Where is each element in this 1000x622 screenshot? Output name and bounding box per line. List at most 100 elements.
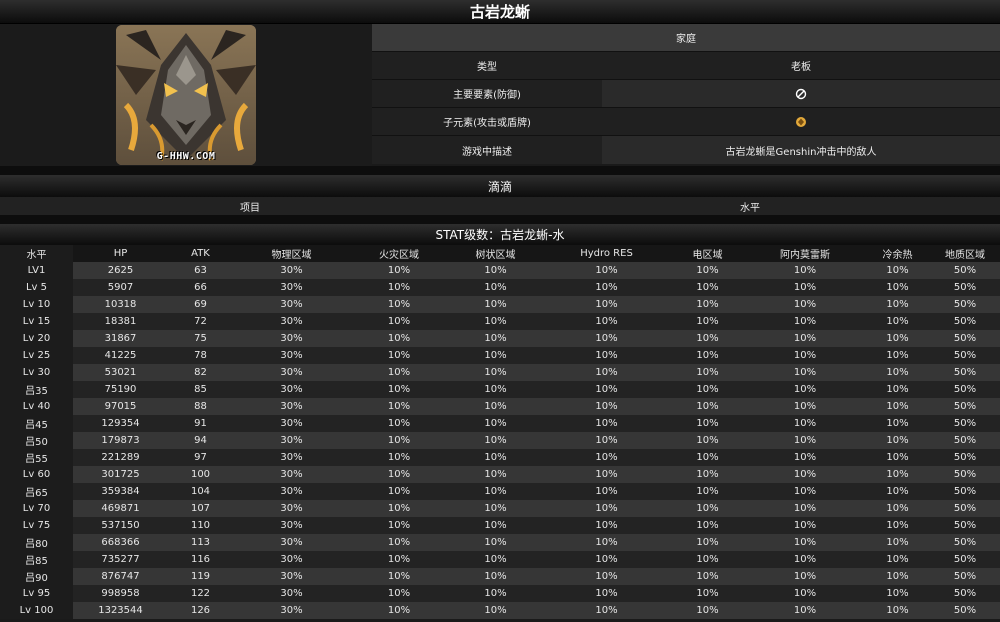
level-cell: Lv 10 xyxy=(0,296,73,313)
stat-cell: 10% xyxy=(350,381,448,398)
stat-cell: 10% xyxy=(448,398,543,415)
stat-cell: 10% xyxy=(865,483,930,500)
stat-cell: 10% xyxy=(670,568,745,585)
level-cell: 吕65 xyxy=(0,483,73,500)
col-header: 树状区域 xyxy=(448,245,543,262)
level-cell: Lv 75 xyxy=(0,517,73,534)
stat-cell: 10% xyxy=(865,330,930,347)
stat-cell: 10% xyxy=(350,296,448,313)
stat-cell: 10% xyxy=(865,432,930,449)
info-row-family: 家庭 xyxy=(372,24,1000,52)
stat-cell: 50% xyxy=(930,330,1000,347)
col-header: 物理区域 xyxy=(233,245,350,262)
stat-cell: 10% xyxy=(670,534,745,551)
stat-cell: 10% xyxy=(543,398,670,415)
stat-cell: 10% xyxy=(865,313,930,330)
type-value: 老板 xyxy=(602,52,1000,79)
stat-cell: 10% xyxy=(448,534,543,551)
stat-cell: 10% xyxy=(350,398,448,415)
stat-cell: 10% xyxy=(670,585,745,602)
stat-cell: 88 xyxy=(168,398,233,415)
stat-cell: 10% xyxy=(745,364,865,381)
stat-cell: 10% xyxy=(350,330,448,347)
stat-cell: 10% xyxy=(865,381,930,398)
stat-cell: 129354 xyxy=(73,415,168,432)
stat-cell: 75 xyxy=(168,330,233,347)
stat-cell: 735277 xyxy=(73,551,168,568)
stat-cell: 469871 xyxy=(73,500,168,517)
stat-cell: 10% xyxy=(670,602,745,619)
stat-cell: 10% xyxy=(448,279,543,296)
level-cell: 吕35 xyxy=(0,381,73,398)
stat-cell: 30% xyxy=(233,568,350,585)
stats-table: 水平 HP ATK 物理区域 火灾区域 树状区域 Hydro RES 电区域 阿… xyxy=(0,245,1000,619)
stat-cell: 10% xyxy=(865,602,930,619)
stat-cell: 10% xyxy=(670,551,745,568)
stat-cell: 75190 xyxy=(73,381,168,398)
stat-cell: 10% xyxy=(745,466,865,483)
stat-cell: 107 xyxy=(168,500,233,517)
stat-cell: 30% xyxy=(233,466,350,483)
stat-cell: 10% xyxy=(865,415,930,432)
description-label: 游戏中描述 xyxy=(372,136,602,164)
page-title: 古岩龙蜥 xyxy=(0,0,1000,24)
stat-cell: 82 xyxy=(168,364,233,381)
stat-cell: 50% xyxy=(930,279,1000,296)
stat-cell: 119 xyxy=(168,568,233,585)
sub-element-label: 子元素(攻击或盾牌) xyxy=(372,108,602,135)
level-cell: Lv 30 xyxy=(0,364,73,381)
stat-cell: 10% xyxy=(350,568,448,585)
table-row: Lv 20 31867 75 30% 10% 10% 10% 10% 10% 10% 50% xyxy=(0,330,1000,347)
stat-cell: 10% xyxy=(543,313,670,330)
stat-cell: 10% xyxy=(745,279,865,296)
stat-cell: 30% xyxy=(233,415,350,432)
stat-cell: 50% xyxy=(930,398,1000,415)
stat-cell: 10% xyxy=(745,313,865,330)
table-row: Lv 5 5907 66 30% 10% 10% 10% 10% 10% 10% 50% xyxy=(0,279,1000,296)
stat-cell: 10% xyxy=(543,602,670,619)
stat-cell: 10% xyxy=(670,313,745,330)
stat-cell: 10% xyxy=(448,602,543,619)
stat-cell: 10% xyxy=(350,466,448,483)
stat-cell: 10% xyxy=(670,398,745,415)
stat-cell: 10% xyxy=(448,432,543,449)
drops-header: 项目 水平 xyxy=(0,197,1000,215)
stat-cell: 10% xyxy=(448,551,543,568)
stat-cell: 94 xyxy=(168,432,233,449)
stat-cell: 10% xyxy=(448,313,543,330)
level-cell: 吕80 xyxy=(0,534,73,551)
stat-cell: 10% xyxy=(543,262,670,279)
table-row: Lv 100 1323544 126 30% 10% 10% 10% 10% 10% 10% 50% xyxy=(0,602,1000,619)
stat-cell: 10% xyxy=(543,534,670,551)
stat-cell: 10% xyxy=(543,279,670,296)
info-section: G-HHW.COM 家庭 类型 老板 主要要素(防御) 子元素(攻击或盾牌) 游… xyxy=(0,24,1000,166)
stat-cell: 30% xyxy=(233,381,350,398)
stat-cell: 110 xyxy=(168,517,233,534)
stat-cell: 10% xyxy=(670,330,745,347)
stat-cell: 30% xyxy=(233,585,350,602)
stat-cell: 10% xyxy=(350,347,448,364)
info-table: 家庭 类型 老板 主要要素(防御) 子元素(攻击或盾牌) 游戏中描述 古岩龙蜥是… xyxy=(372,24,1000,166)
stat-cell: 50% xyxy=(930,517,1000,534)
stat-cell: 30% xyxy=(233,517,350,534)
table-row: Lv 10 10318 69 30% 10% 10% 10% 10% 10% 10% 50% xyxy=(0,296,1000,313)
stat-cell: 50% xyxy=(930,262,1000,279)
info-row-description: 游戏中描述 古岩龙蜥是Genshin冲击中的敌人 xyxy=(372,136,1000,164)
stat-cell: 18381 xyxy=(73,313,168,330)
level-cell: Lv 95 xyxy=(0,585,73,602)
table-row: Lv 60 301725 100 30% 10% 10% 10% 10% 10% 10% 50% xyxy=(0,466,1000,483)
stats-header-row: 水平 HP ATK 物理区域 火灾区域 树状区域 Hydro RES 电区域 阿… xyxy=(0,245,1000,262)
stat-cell: 10% xyxy=(745,296,865,313)
stat-cell: 50% xyxy=(930,415,1000,432)
stat-cell: 10% xyxy=(670,262,745,279)
stat-cell: 85 xyxy=(168,381,233,398)
stat-cell: 31867 xyxy=(73,330,168,347)
stat-cell: 10% xyxy=(543,381,670,398)
stat-cell: 1323544 xyxy=(73,602,168,619)
table-row: 吕80 668366 113 30% 10% 10% 10% 10% 10% 10% 50% xyxy=(0,534,1000,551)
stat-cell: 10% xyxy=(865,279,930,296)
stat-cell: 10% xyxy=(350,551,448,568)
stat-cell: 50% xyxy=(930,449,1000,466)
stat-cell: 10% xyxy=(745,449,865,466)
stat-cell: 10% xyxy=(543,551,670,568)
